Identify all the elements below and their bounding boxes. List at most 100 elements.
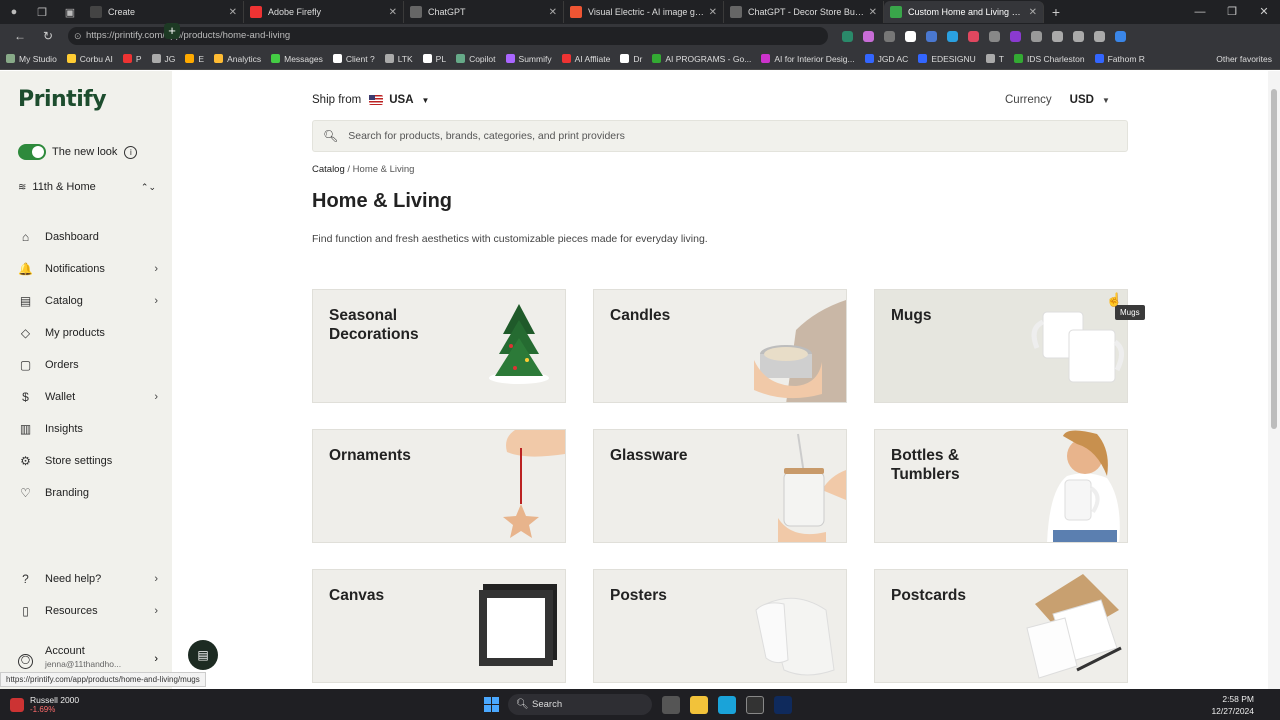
chat-button[interactable]: ▤	[188, 640, 218, 670]
close-tab-icon[interactable]: ✕	[709, 7, 717, 18]
tab-actions-icon[interactable]: ▣	[56, 0, 84, 24]
extension-icon[interactable]	[926, 30, 937, 42]
taskbar-clock[interactable]: 2:58 PM 12/27/2024	[1211, 693, 1254, 717]
close-tab-icon[interactable]: ✕	[389, 7, 397, 18]
bookmark-item[interactable]: Summify	[505, 54, 552, 64]
extension-icon[interactable]	[1010, 30, 1021, 42]
extension-icon[interactable]	[1031, 30, 1042, 42]
url-field[interactable]: ⊙ https://printify.com/app/products/home…	[68, 27, 828, 45]
bookmark-item[interactable]: AI PROGRAMS - Go...	[652, 54, 751, 64]
bookmark-item[interactable]: AI for Interior Desig...	[761, 54, 855, 64]
file-explorer-icon[interactable]	[690, 696, 708, 714]
extension-icon[interactable]	[863, 30, 874, 42]
browser-tab[interactable]: ChatGPT - Decor Store Buddy ✕	[724, 1, 884, 23]
windows-start-icon[interactable]	[484, 697, 499, 712]
browser-tab[interactable]: Custom Home and Living Pr... ✕	[884, 1, 1044, 23]
favorites-icon[interactable]	[1052, 30, 1063, 42]
back-button[interactable]: ←	[6, 29, 34, 43]
other-favorites[interactable]: Other favorites	[1216, 54, 1272, 64]
extension-icon[interactable]	[884, 30, 895, 42]
close-tab-icon[interactable]: ✕	[229, 7, 237, 18]
sidebar-item-resources[interactable]: ▯ Resources ›	[18, 595, 158, 627]
category-card-poster[interactable]: Posters	[593, 569, 847, 683]
bookmark-item[interactable]: EDESIGNU	[918, 54, 976, 64]
new-tab-button[interactable]: +	[1044, 4, 1068, 20]
bookmark-item[interactable]: T	[985, 54, 1004, 64]
restore-button[interactable]: ❐	[1216, 0, 1248, 24]
printify-logo[interactable]: Printify	[18, 87, 107, 112]
extension-icon[interactable]	[968, 30, 979, 42]
sidebar-item-branding[interactable]: ♡ Branding	[18, 477, 158, 509]
profile-icon[interactable]: ●	[0, 0, 28, 24]
close-tab-icon[interactable]: ✕	[1029, 7, 1037, 18]
category-card-glass[interactable]: Glassware	[593, 429, 847, 543]
stock-widget[interactable]: Russell 2000 -1.69%	[10, 695, 79, 714]
bookmark-item[interactable]: AI Affliate	[561, 54, 610, 64]
bookmark-item[interactable]: P	[122, 54, 142, 64]
sidebar-item-wallet[interactable]: $ Wallet ›	[18, 381, 158, 413]
search-input[interactable]	[348, 130, 1109, 142]
workspaces-icon[interactable]: ❐	[28, 0, 56, 24]
browser-tab[interactable]: Adobe Firefly ✕	[244, 1, 404, 23]
sidebar-item-store-settings[interactable]: ⚙ Store settings	[18, 445, 158, 477]
sidebar-item-my-products[interactable]: ◇ My products	[18, 317, 158, 349]
sidebar-item-catalog[interactable]: ▤ Catalog ›	[18, 285, 158, 317]
info-icon[interactable]: i	[124, 145, 138, 159]
bookmark-item[interactable]: JGD AC	[864, 54, 908, 64]
task-view-icon[interactable]	[662, 696, 680, 714]
category-card-mug[interactable]: Mugs	[874, 289, 1128, 403]
bookmark-item[interactable]: Fathom R	[1094, 54, 1145, 64]
close-window-button[interactable]: ✕	[1248, 0, 1280, 24]
breadcrumb-catalog[interactable]: Catalog	[312, 164, 345, 175]
sidebar-item-insights[interactable]: ▥ Insights	[18, 413, 158, 445]
camera-app-icon[interactable]	[746, 696, 764, 714]
sidebar-item-dashboard[interactable]: ⌂ Dashboard	[18, 221, 158, 253]
bookmark-item[interactable]: Corbu AI	[66, 54, 113, 64]
scrollbar-thumb[interactable]	[1271, 89, 1277, 429]
store-switcher[interactable]: ≋ 11th & Home ⌃⌄	[18, 181, 156, 193]
new-look-toggle[interactable]	[18, 144, 46, 160]
extension-icon[interactable]	[947, 30, 958, 42]
extension-icon[interactable]	[905, 30, 916, 42]
bookmark-item[interactable]: Copilot	[456, 54, 496, 64]
extension-icon[interactable]	[989, 30, 1000, 42]
browser-tab[interactable]: Create ✕	[84, 1, 244, 23]
category-card-postcard[interactable]: Postcards	[874, 569, 1128, 683]
settings-icon[interactable]	[1094, 30, 1105, 42]
category-card-candle[interactable]: Candles	[593, 289, 847, 403]
sidebar-item-account[interactable]: ◯ Account jenna@11thandho... ›	[18, 645, 158, 669]
currency-selector[interactable]: Currency USD ▼	[1005, 94, 1110, 106]
page-scrollbar[interactable]	[1268, 71, 1280, 689]
close-tab-icon[interactable]: ✕	[549, 7, 557, 18]
bookmark-item[interactable]: Analytics	[214, 54, 261, 64]
downloads-icon[interactable]	[1073, 30, 1084, 42]
bookmark-item[interactable]: Client ?	[332, 54, 375, 64]
sidebar-item-orders[interactable]: ▢ Orders	[18, 349, 158, 381]
minimize-button[interactable]: —	[1184, 0, 1216, 24]
sidebar-item-need-help[interactable]: ? Need help? ›	[18, 563, 158, 595]
browser-tab[interactable]: Visual Electric - AI image generat... ✕	[564, 1, 724, 23]
bookmark-item[interactable]: PL	[422, 54, 446, 64]
taskbar-search[interactable]: 🔍︎ Search	[508, 694, 652, 715]
photoshop-icon[interactable]	[774, 696, 792, 714]
bookmark-item[interactable]: Dr	[620, 54, 642, 64]
extension-icon[interactable]	[842, 30, 853, 42]
bookmark-item[interactable]: My Studio	[6, 54, 57, 64]
sidebar-item-notifications[interactable]: 🔔 Notifications ›	[18, 253, 158, 285]
bookmark-item[interactable]: E	[185, 54, 204, 64]
category-card-ornament[interactable]: Ornaments	[312, 429, 566, 543]
browser-tab[interactable]: ChatGPT ✕	[404, 1, 564, 23]
bookmark-item[interactable]: JG	[151, 54, 175, 64]
category-card-tumbler[interactable]: Bottles & Tumblers	[874, 429, 1128, 543]
reload-button[interactable]: ↻	[34, 29, 62, 43]
add-icon[interactable]: +	[164, 23, 180, 39]
edge-icon[interactable]	[718, 696, 736, 714]
category-card-canvas[interactable]: Canvas	[312, 569, 566, 683]
ship-from-selector[interactable]: Ship from USA ▼	[312, 94, 429, 106]
copilot-icon[interactable]	[1115, 30, 1126, 42]
bookmark-item[interactable]: Messages	[271, 54, 323, 64]
category-card-tree[interactable]: Seasonal Decorations	[312, 289, 566, 403]
close-tab-icon[interactable]: ✕	[869, 7, 877, 18]
bookmark-item[interactable]: LTK	[384, 54, 413, 64]
bookmark-item[interactable]: IDS Charleston	[1013, 54, 1085, 64]
